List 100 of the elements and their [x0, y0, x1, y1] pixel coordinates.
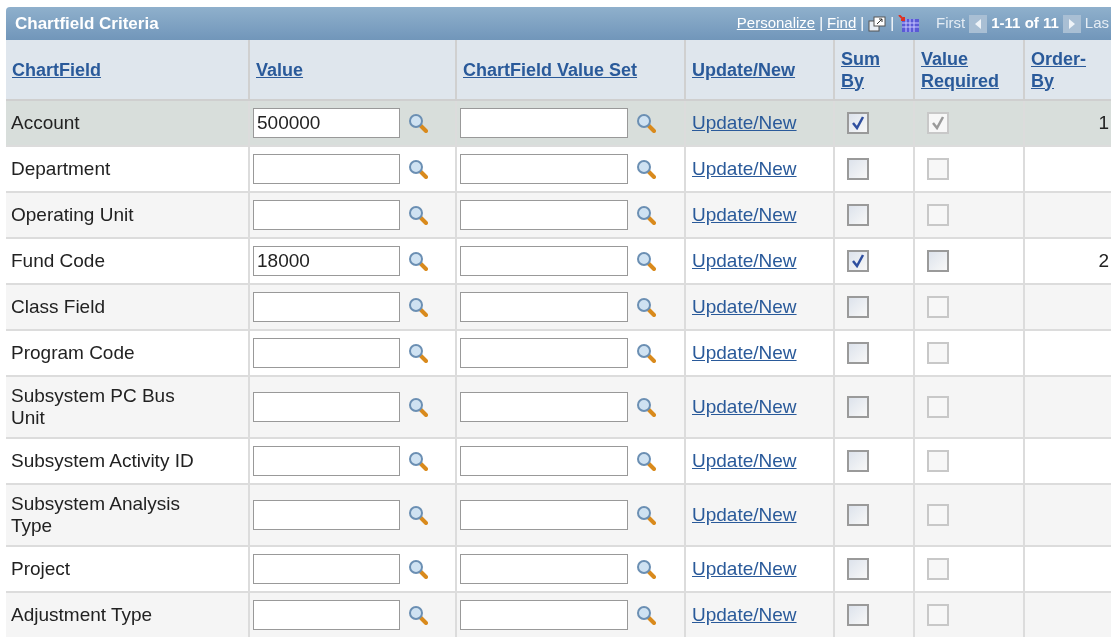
table-row[interactable]: Subsystem PC Bus Unit Update/New: [6, 377, 1111, 439]
search-icon[interactable]: [636, 451, 656, 471]
search-icon[interactable]: [408, 251, 428, 271]
update-new-link[interactable]: Update/New: [692, 392, 797, 422]
value-field[interactable]: [253, 600, 400, 630]
value-set-field[interactable]: [460, 600, 628, 630]
search-icon[interactable]: [636, 605, 656, 625]
value-set-field[interactable]: [460, 292, 628, 322]
value-field[interactable]: [253, 554, 400, 584]
table-row[interactable]: Operating Unit Update/New: [6, 193, 1111, 239]
table-row[interactable]: Subsystem Activity ID Update/New: [6, 439, 1111, 485]
chartfield-label: Subsystem Activity ID: [11, 450, 194, 472]
search-icon[interactable]: [408, 397, 428, 417]
update-new-link[interactable]: Update/New: [692, 108, 797, 138]
table-row[interactable]: Department Update/New: [6, 147, 1111, 193]
update-new-link[interactable]: Update/New: [692, 338, 797, 368]
update-new-link[interactable]: Update/New: [692, 200, 797, 230]
value-set-field[interactable]: [460, 446, 628, 476]
checkbox[interactable]: [847, 112, 869, 134]
table-row[interactable]: Program Code Update/New: [6, 331, 1111, 377]
order-by-number: 1: [1098, 110, 1109, 135]
search-icon[interactable]: [636, 397, 656, 417]
search-icon[interactable]: [636, 159, 656, 179]
search-icon[interactable]: [636, 505, 656, 525]
value-field[interactable]: [253, 500, 400, 530]
search-icon[interactable]: [636, 297, 656, 317]
table-row[interactable]: Account 500000 Update/New 1: [6, 101, 1111, 147]
chartfield-label: Subsystem PC Bus Unit: [11, 385, 176, 429]
column-sort-link[interactable]: Order-By: [1031, 47, 1101, 92]
value-field[interactable]: [253, 392, 400, 422]
search-icon[interactable]: [408, 605, 428, 625]
table-row[interactable]: Adjustment Type Update/New: [6, 593, 1111, 637]
value-field[interactable]: [253, 292, 400, 322]
value-set-field[interactable]: [460, 200, 628, 230]
checkbox[interactable]: [847, 396, 869, 418]
value-set-field[interactable]: [460, 154, 628, 184]
checkbox[interactable]: [847, 604, 869, 626]
new-window-icon[interactable]: [868, 15, 887, 32]
update-new-link[interactable]: Update/New: [692, 154, 797, 184]
table-row[interactable]: Class Field Update/New: [6, 285, 1111, 331]
search-icon[interactable]: [408, 343, 428, 363]
search-icon[interactable]: [408, 559, 428, 579]
search-icon[interactable]: [408, 451, 428, 471]
value-field[interactable]: [253, 200, 400, 230]
search-icon[interactable]: [636, 205, 656, 225]
checkbox[interactable]: [847, 504, 869, 526]
value-set-field[interactable]: [460, 554, 628, 584]
table-row[interactable]: Fund Code 18000 Update/New 2: [6, 239, 1111, 285]
search-icon[interactable]: [408, 159, 428, 179]
value-field[interactable]: [253, 338, 400, 368]
column-sort-link[interactable]: Value: [256, 58, 304, 81]
value-set-field[interactable]: [460, 108, 628, 138]
column-sort-link[interactable]: Sum By: [841, 47, 891, 92]
value-set-field[interactable]: [460, 246, 628, 276]
value-set-field[interactable]: [460, 338, 628, 368]
chartfield-label: Operating Unit: [11, 204, 134, 226]
column-sort-link[interactable]: ChartField Value Set: [463, 58, 638, 81]
chartfield-label: Department: [11, 158, 111, 180]
column-sort-link[interactable]: Value Required: [921, 47, 1016, 92]
search-icon[interactable]: [408, 505, 428, 525]
search-icon[interactable]: [408, 297, 428, 317]
grid-icon[interactable]: [898, 14, 921, 33]
separator: |: [819, 13, 824, 34]
chartfield-label: Program Code: [11, 342, 135, 364]
checkbox[interactable]: [847, 158, 869, 180]
column-sort-link[interactable]: Update/New: [692, 58, 796, 81]
search-icon[interactable]: [408, 113, 428, 133]
value-field[interactable]: 500000: [253, 108, 400, 138]
previous-icon: [969, 14, 988, 33]
update-new-link[interactable]: Update/New: [692, 446, 797, 476]
next-icon: [1062, 14, 1081, 33]
grid-title: Chartfield Criteria: [15, 12, 159, 35]
value-field[interactable]: 18000: [253, 246, 400, 276]
checkbox[interactable]: [847, 558, 869, 580]
column-sort-link[interactable]: ChartField: [12, 58, 101, 81]
table-row[interactable]: Project Update/New: [6, 547, 1111, 593]
chartfield-label: Project: [11, 558, 71, 580]
search-icon[interactable]: [636, 343, 656, 363]
update-new-link[interactable]: Update/New: [692, 246, 797, 276]
search-icon[interactable]: [408, 205, 428, 225]
value-field[interactable]: [253, 446, 400, 476]
table-row[interactable]: Subsystem Analysis Type Update/New: [6, 485, 1111, 547]
update-new-link[interactable]: Update/New: [692, 554, 797, 584]
checkbox[interactable]: [847, 342, 869, 364]
search-icon[interactable]: [636, 113, 656, 133]
update-new-link[interactable]: Update/New: [692, 600, 797, 630]
value-set-field[interactable]: [460, 392, 628, 422]
search-icon[interactable]: [636, 559, 656, 579]
value-set-field[interactable]: [460, 500, 628, 530]
value-field[interactable]: [253, 154, 400, 184]
checkbox[interactable]: [847, 204, 869, 226]
checkmark-icon: [931, 116, 945, 130]
checkbox[interactable]: [927, 250, 949, 272]
search-icon[interactable]: [636, 251, 656, 271]
chartfield-label: Class Field: [11, 296, 105, 318]
checkbox[interactable]: [847, 250, 869, 272]
update-new-link[interactable]: Update/New: [692, 500, 797, 530]
update-new-link[interactable]: Update/New: [692, 292, 797, 322]
checkbox[interactable]: [847, 450, 869, 472]
checkbox[interactable]: [847, 296, 869, 318]
